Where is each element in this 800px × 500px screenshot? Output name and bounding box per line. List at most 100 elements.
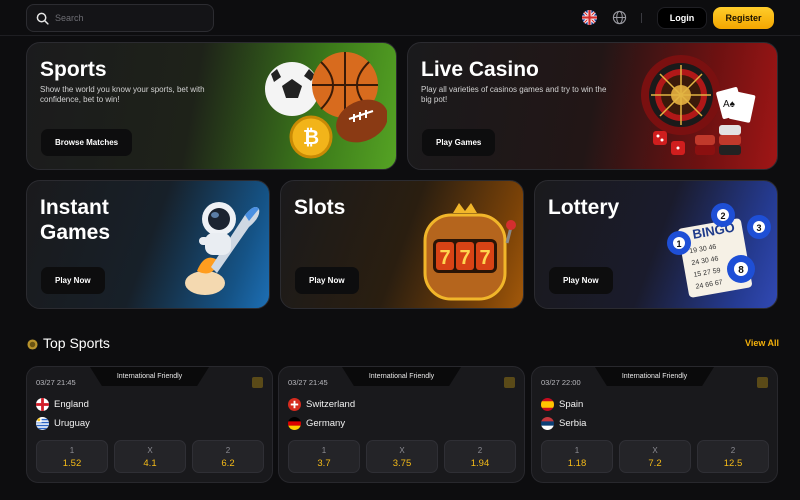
away-team: Serbia — [541, 417, 586, 430]
live-casino-card[interactable]: Live Casino Play all varieties of casino… — [407, 42, 778, 170]
search-icon — [36, 12, 49, 25]
odds-value: 3.75 — [392, 458, 412, 469]
play-games-button[interactable]: Play Games — [422, 129, 496, 156]
odds-row: 1 1.18 X 7.2 2 12.5 — [541, 440, 769, 473]
globe-icon[interactable] — [612, 10, 627, 25]
team-name: Switzerland — [306, 399, 356, 410]
switzerland-flag-icon — [288, 398, 301, 411]
browse-matches-button[interactable]: Browse Matches — [41, 129, 133, 156]
header-divider — [641, 13, 642, 23]
odds-label: 1 — [69, 446, 75, 455]
match-date: 03/27 21:45 — [288, 378, 328, 387]
search-input[interactable] — [55, 13, 205, 23]
match-card[interactable]: 03/27 21:45 International Friendly Switz… — [278, 366, 525, 483]
odds-home-button[interactable]: 1 1.18 — [541, 440, 613, 473]
odds-value: 4.1 — [143, 458, 157, 469]
match-date: 03/27 21:45 — [36, 378, 76, 387]
svg-text:₿: ₿ — [303, 127, 319, 149]
england-flag-icon — [36, 398, 49, 411]
odds-label: 1 — [574, 446, 580, 455]
away-team: Germany — [288, 417, 345, 430]
stats-icon[interactable] — [504, 377, 515, 388]
uruguay-flag-icon — [36, 417, 49, 430]
search-box[interactable] — [26, 4, 214, 32]
sports-card[interactable]: Sports Show the world you know your spor… — [26, 42, 397, 170]
top-sports-heading: Top Sports — [43, 335, 110, 351]
odds-value: 7.2 — [648, 458, 662, 469]
svg-text:7: 7 — [479, 247, 490, 269]
odds-label: 1 — [321, 446, 327, 455]
odds-home-button[interactable]: 1 1.52 — [36, 440, 108, 473]
odds-label: X — [147, 446, 153, 455]
view-all-link[interactable]: View All — [745, 338, 779, 348]
svg-text:3: 3 — [756, 223, 761, 233]
top-header: Login Register — [0, 0, 800, 36]
svg-text:8: 8 — [738, 265, 744, 276]
odds-label: 2 — [225, 446, 231, 455]
team-name: Uruguay — [54, 418, 90, 429]
sports-title: Sports — [40, 58, 107, 81]
svg-text:7: 7 — [459, 247, 470, 269]
odds-away-button[interactable]: 2 1.94 — [444, 440, 516, 473]
slots-title: Slots — [294, 196, 346, 219]
odds-home-button[interactable]: 1 3.7 — [288, 440, 360, 473]
odds-value: 1.94 — [470, 458, 490, 469]
sports-balls-art: ₿ — [265, 52, 387, 159]
germany-flag-icon — [288, 417, 301, 430]
match-date: 03/27 22:00 — [541, 378, 581, 387]
trophy-icon — [27, 339, 38, 350]
odds-label: 2 — [477, 446, 483, 455]
home-team: Spain — [541, 398, 583, 411]
live-casino-title: Live Casino — [421, 58, 539, 81]
odds-draw-button[interactable]: X 4.1 — [114, 440, 186, 473]
match-league: International Friendly — [342, 367, 461, 386]
home-team: Switzerland — [288, 398, 355, 411]
home-team: England — [36, 398, 89, 411]
instant-games-title: Instant Games — [40, 196, 111, 244]
svg-text:7: 7 — [439, 247, 450, 269]
uk-flag-icon[interactable] — [582, 10, 597, 25]
svg-text:A♠: A♠ — [723, 99, 736, 110]
spain-flag-icon — [541, 398, 554, 411]
bingo-art: BINGO 19 30 4624 30 4615 27 5924 66 67 2… — [667, 203, 771, 298]
odds-row: 1 3.7 X 3.75 2 1.94 — [288, 440, 516, 473]
slots-play-now-button[interactable]: Play Now — [295, 267, 359, 294]
odds-away-button[interactable]: 2 12.5 — [697, 440, 769, 473]
live-casino-description: Play all varieties of casinos games and … — [421, 85, 607, 104]
odds-value: 6.2 — [221, 458, 235, 469]
astronaut-rocket-art — [185, 202, 260, 295]
svg-text:2: 2 — [720, 211, 725, 221]
slot-machine-art: 777 — [423, 203, 516, 301]
instant-games-card[interactable]: Instant Games Play Now — [26, 180, 270, 309]
register-button[interactable]: Register — [713, 7, 774, 29]
odds-away-button[interactable]: 2 6.2 — [192, 440, 264, 473]
roulette-art: A♠ — [641, 55, 756, 155]
match-league: International Friendly — [595, 367, 714, 386]
login-button[interactable]: Login — [657, 7, 707, 29]
lottery-title: Lottery — [548, 196, 620, 219]
team-name: Germany — [306, 418, 346, 429]
serbia-flag-icon — [541, 417, 554, 430]
team-name: England — [54, 399, 89, 410]
odds-value: 1.18 — [567, 458, 587, 469]
stats-icon[interactable] — [757, 377, 768, 388]
odds-value: 12.5 — [723, 458, 743, 469]
odds-draw-button[interactable]: X 7.2 — [619, 440, 691, 473]
lottery-play-now-button[interactable]: Play Now — [549, 267, 613, 294]
slots-card[interactable]: Slots Play Now 777 — [280, 180, 524, 309]
odds-draw-button[interactable]: X 3.75 — [366, 440, 438, 473]
odds-label: X — [652, 446, 658, 455]
match-league: International Friendly — [90, 367, 209, 386]
stats-icon[interactable] — [252, 377, 263, 388]
team-name: Serbia — [559, 418, 587, 429]
odds-row: 1 1.52 X 4.1 2 6.2 — [36, 440, 264, 473]
odds-value: 1.52 — [62, 458, 82, 469]
match-card[interactable]: 03/27 21:45 International Friendly Engla… — [26, 366, 273, 483]
odds-label: 2 — [730, 446, 736, 455]
match-card[interactable]: 03/27 22:00 International Friendly Spain… — [531, 366, 778, 483]
instant-play-now-button[interactable]: Play Now — [41, 267, 105, 294]
lottery-card[interactable]: Lottery Play Now BINGO 19 30 46 24 30 46 1… — [534, 180, 778, 309]
odds-label: X — [399, 446, 405, 455]
sports-description: Show the world you know your sports, bet… — [40, 85, 205, 104]
team-name: Spain — [559, 399, 584, 410]
